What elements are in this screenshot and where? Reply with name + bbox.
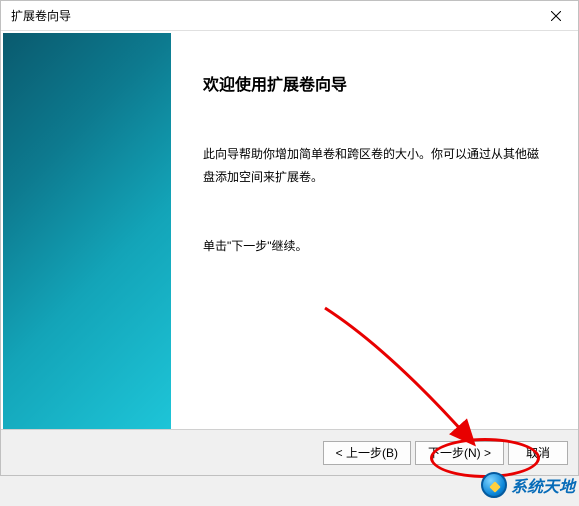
back-button[interactable]: < 上一步(B): [323, 441, 411, 465]
wizard-side-banner: [3, 33, 171, 431]
close-icon: [551, 11, 561, 21]
wizard-heading: 欢迎使用扩展卷向导: [203, 71, 548, 95]
dialog-title: 扩展卷向导: [1, 7, 71, 24]
watermark-globe-icon: [481, 472, 507, 498]
cancel-button[interactable]: 取消: [508, 441, 568, 465]
watermark: 系统天地: [481, 472, 575, 498]
button-bar: < 上一步(B) 下一步(N) > 取消: [1, 429, 578, 475]
wizard-description: 此向导帮助你增加简单卷和跨区卷的大小。你可以通过从其他磁盘添加空间来扩展卷。: [203, 143, 548, 189]
dialog-body: 欢迎使用扩展卷向导 此向导帮助你增加简单卷和跨区卷的大小。你可以通过从其他磁盘添…: [1, 31, 578, 431]
wizard-instruction: 单击"下一步"继续。: [203, 237, 548, 254]
titlebar: 扩展卷向导: [1, 1, 578, 31]
close-button[interactable]: [533, 1, 578, 31]
wizard-content: 欢迎使用扩展卷向导 此向导帮助你增加简单卷和跨区卷的大小。你可以通过从其他磁盘添…: [171, 31, 578, 431]
next-button[interactable]: 下一步(N) >: [415, 441, 504, 465]
watermark-text: 系统天地: [511, 473, 575, 497]
wizard-dialog: 扩展卷向导 欢迎使用扩展卷向导 此向导帮助你增加简单卷和跨区卷的大小。你可以通过…: [0, 0, 579, 476]
